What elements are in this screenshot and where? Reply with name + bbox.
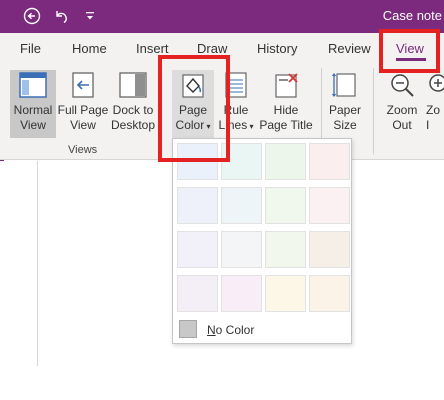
paper-size-button[interactable]: Paper Size (325, 70, 365, 138)
color-swatch[interactable] (177, 187, 218, 224)
dock-to-desktop-icon (118, 70, 148, 100)
color-swatch[interactable] (177, 275, 218, 312)
zoom-out-icon (387, 70, 417, 100)
views-group-label: Views (68, 144, 98, 156)
dock-to-desktop-line1: Dock to (112, 103, 154, 117)
chevron-down-icon: ▾ (247, 122, 254, 131)
normal-view-button[interactable]: Normal View (10, 70, 56, 138)
undo-icon[interactable] (50, 5, 72, 27)
window-title: Case note (382, 8, 442, 23)
normal-view-icon (18, 70, 48, 100)
title-bar: Case note (0, 0, 444, 33)
tab-history[interactable]: History (257, 41, 297, 56)
no-color-swatch (179, 320, 197, 338)
zoom-in-line1: Zo (426, 103, 441, 117)
zoom-in-icon (426, 70, 444, 100)
back-arrow-icon[interactable] (21, 5, 43, 27)
no-color-mnemonic: N (207, 323, 216, 337)
color-swatch[interactable] (177, 231, 218, 268)
full-page-view-icon (68, 70, 98, 100)
page-color-menu: No Color (172, 138, 352, 344)
color-swatch[interactable] (265, 187, 306, 224)
color-swatch[interactable] (265, 275, 306, 312)
full-page-view-line1: Full Page (57, 103, 109, 117)
no-color-label: No Color (207, 323, 254, 337)
normal-view-line1: Normal (13, 103, 53, 117)
zoom-in-line2: I (426, 118, 430, 132)
dock-to-desktop-button[interactable]: Dock to Desktop (110, 70, 156, 138)
color-swatch[interactable] (221, 231, 262, 268)
color-swatch[interactable] (309, 187, 350, 224)
full-page-view-line2: View (70, 118, 96, 132)
zoom-in-button[interactable]: Zo I (426, 70, 444, 138)
paper-size-line2: Size (333, 118, 357, 132)
color-swatch[interactable] (309, 143, 350, 180)
tab-home[interactable]: Home (72, 41, 107, 56)
color-swatch[interactable] (309, 275, 350, 312)
normal-view-line2: View (20, 118, 46, 132)
color-swatch[interactable] (221, 187, 262, 224)
paper-size-line1: Paper (328, 103, 362, 117)
full-page-view-button[interactable]: Full Page View (56, 70, 110, 138)
paper-size-icon (330, 70, 360, 100)
ribbon-separator (373, 68, 374, 154)
tab-draw[interactable]: Draw (197, 41, 227, 56)
page-margin-line (37, 161, 38, 366)
hide-page-title-line1: Hide (273, 103, 299, 117)
zoom-out-line1: Zoom (386, 103, 418, 117)
customize-quick-access-icon[interactable] (79, 5, 101, 27)
tab-review[interactable]: Review (328, 41, 371, 56)
hide-page-title-icon (271, 70, 301, 100)
zoom-out-line2: Out (392, 118, 412, 132)
color-swatch[interactable] (309, 231, 350, 268)
page-color-highlight (158, 55, 230, 162)
color-swatch[interactable] (221, 275, 262, 312)
no-color-text: o Color (215, 323, 255, 337)
tab-file[interactable]: File (20, 41, 41, 56)
hide-page-title-button[interactable]: Hide Page Title (256, 70, 316, 138)
color-swatch[interactable] (265, 231, 306, 268)
view-tab-highlight (379, 29, 440, 73)
hide-page-title-line2: Page Title (259, 118, 313, 132)
zoom-out-button[interactable]: Zoom Out (380, 70, 424, 138)
color-swatch[interactable] (265, 143, 306, 180)
dock-to-desktop-line2: Desktop (110, 118, 156, 132)
tab-insert[interactable]: Insert (136, 41, 169, 56)
